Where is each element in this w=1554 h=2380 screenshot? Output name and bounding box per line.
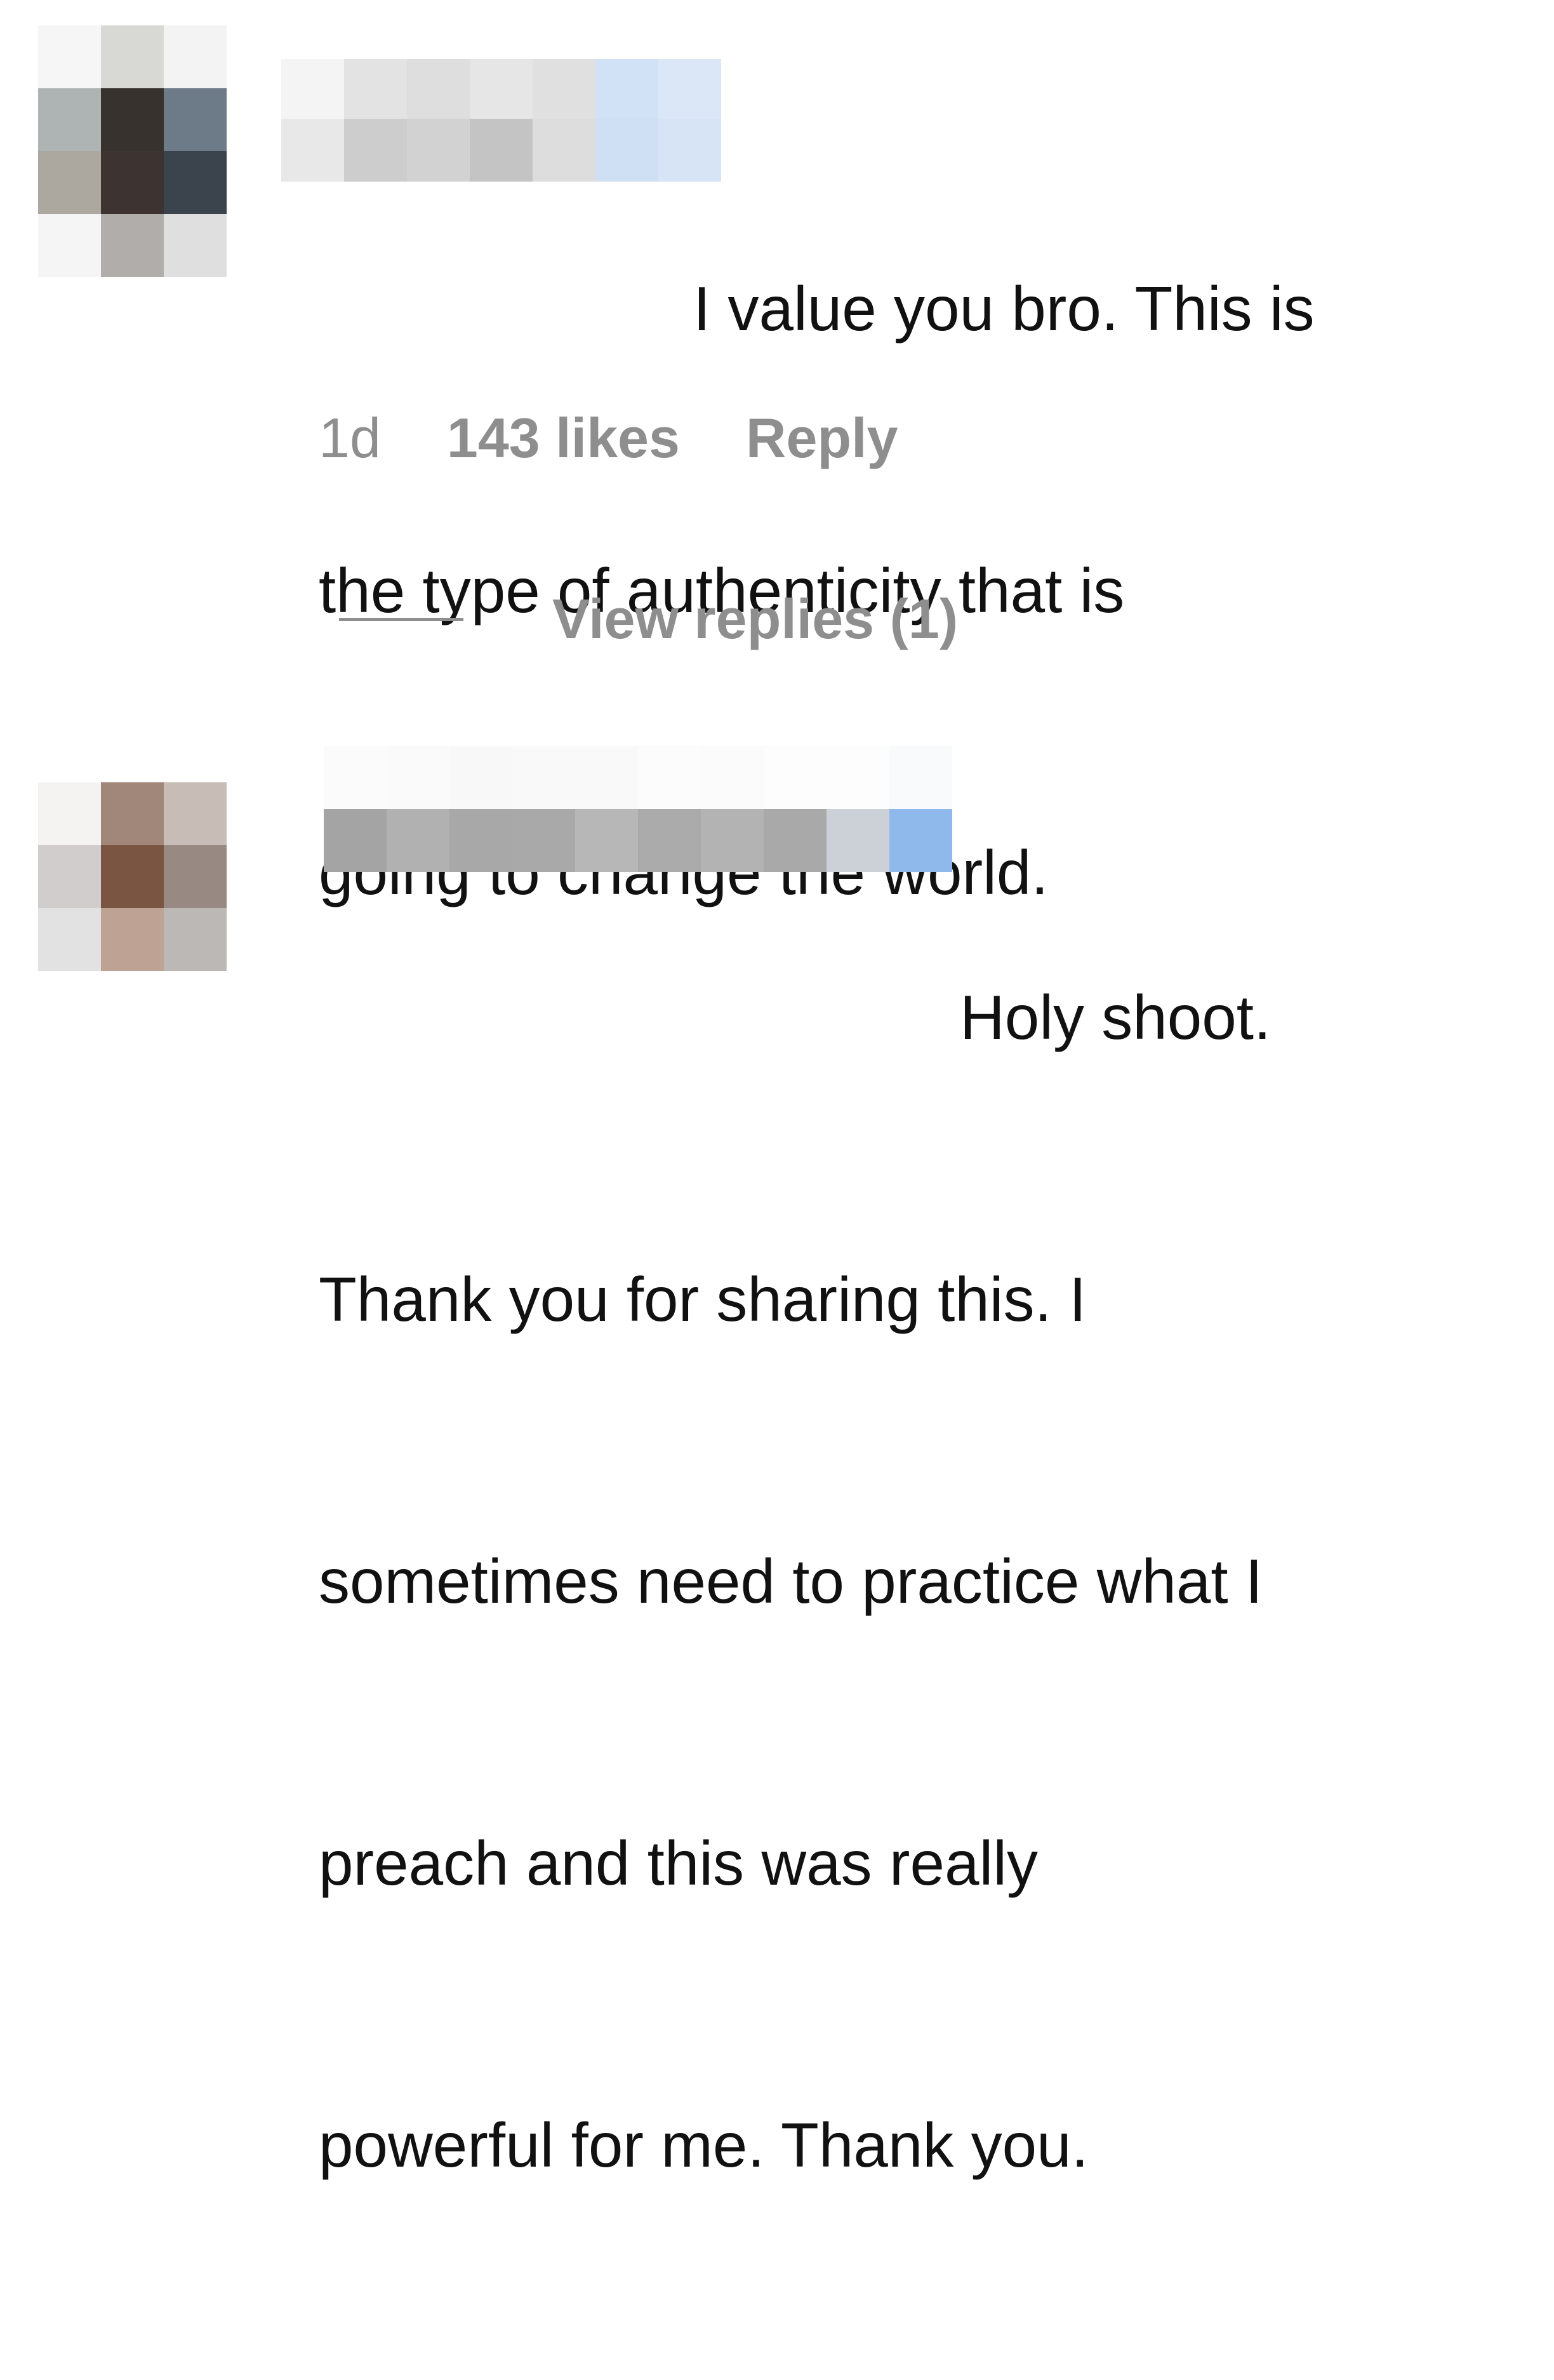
comment-text: Holy shoot. Thank you for sharing this. … bbox=[319, 782, 1512, 2380]
avatar[interactable] bbox=[38, 25, 227, 277]
avatar-mosaic-cell bbox=[38, 151, 101, 214]
avatar-mosaic-cell bbox=[38, 25, 101, 88]
avatar-mosaic-cell bbox=[101, 214, 164, 277]
comment-text-line: powerful for me. Thank you. bbox=[319, 2110, 1089, 2180]
divider-line bbox=[339, 617, 463, 621]
avatar-mosaic-cell bbox=[101, 845, 164, 908]
avatar-mosaic-cell bbox=[38, 845, 101, 908]
avatar-mosaic-cell bbox=[101, 908, 164, 971]
avatar-mosaic-cell bbox=[164, 25, 227, 88]
timestamp[interactable]: 1d bbox=[319, 406, 381, 470]
avatar-mosaic-cell bbox=[164, 908, 227, 971]
avatar-mosaic-cell bbox=[38, 908, 101, 971]
view-replies-label: View replies (1) bbox=[552, 587, 959, 650]
comment-text-line: sometimes need to practice what I bbox=[319, 1546, 1263, 1616]
avatar-mosaic-cell bbox=[101, 151, 164, 214]
likes-count[interactable]: 143 likes bbox=[447, 406, 680, 470]
comment-text-line: preach and this was really bbox=[319, 1828, 1039, 1898]
avatar-mosaic-cell bbox=[38, 782, 101, 845]
avatar-mosaic-cell bbox=[164, 782, 227, 845]
avatar-mosaic-cell bbox=[38, 214, 101, 277]
avatar-mosaic-cell bbox=[164, 151, 227, 214]
avatar-mosaic-cell bbox=[101, 25, 164, 88]
view-replies-button[interactable]: View replies (1) bbox=[339, 587, 958, 651]
reply-button[interactable]: Reply bbox=[746, 406, 898, 470]
avatar-mosaic-cell bbox=[101, 88, 164, 151]
avatar-mosaic-cell bbox=[164, 88, 227, 151]
avatar-mosaic-cell bbox=[164, 214, 227, 277]
avatar-mosaic-cell bbox=[101, 782, 164, 845]
comment-text-line: Holy shoot. bbox=[960, 982, 1272, 1052]
avatar-mosaic-cell bbox=[38, 88, 101, 151]
comment-text-line: Thank you for sharing this. I bbox=[319, 1264, 1087, 1334]
comment-text-line: I value you bro. This is bbox=[693, 274, 1315, 344]
avatar-mosaic-cell bbox=[164, 845, 227, 908]
comment-meta: 1d 143 likes Reply bbox=[319, 406, 898, 470]
avatar[interactable] bbox=[38, 782, 227, 971]
